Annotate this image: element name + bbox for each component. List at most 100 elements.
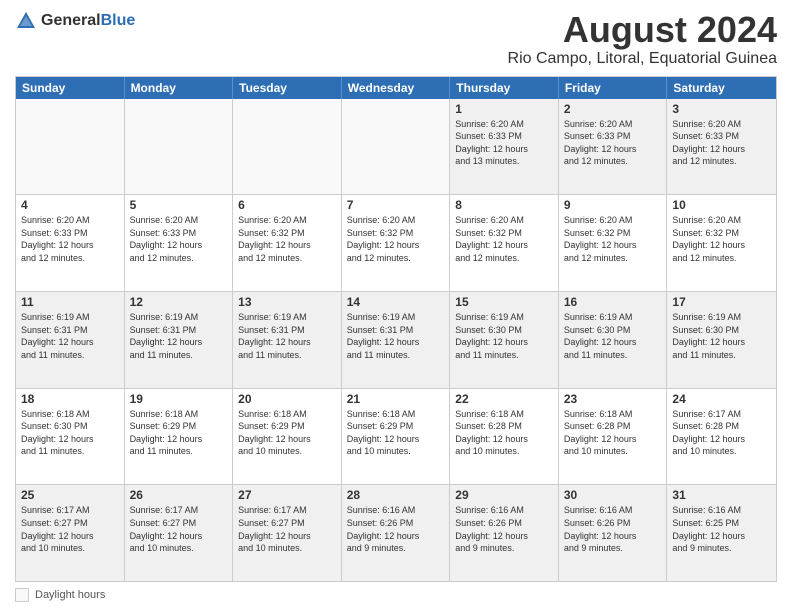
page: GeneralBlue August 2024 Rio Campo, Litor… — [0, 0, 792, 612]
calendar-cell: 19 Sunrise: 6:18 AM Sunset: 6:29 PM Dayli… — [125, 389, 234, 485]
calendar-day-header: Saturday — [667, 77, 776, 99]
calendar-cell: 5 Sunrise: 6:20 AM Sunset: 6:33 PM Daylig… — [125, 195, 234, 291]
calendar-cell: 13 Sunrise: 6:19 AM Sunset: 6:31 PM Dayli… — [233, 292, 342, 388]
cell-info: Sunrise: 6:16 AM Sunset: 6:26 PM Dayligh… — [347, 504, 445, 554]
calendar-week-row: 18 Sunrise: 6:18 AM Sunset: 6:30 PM Dayli… — [16, 388, 776, 485]
day-number: 5 — [130, 198, 228, 212]
calendar-body: 1 Sunrise: 6:20 AM Sunset: 6:33 PM Daylig… — [16, 99, 776, 581]
cell-info: Sunrise: 6:20 AM Sunset: 6:33 PM Dayligh… — [21, 214, 119, 264]
day-number: 4 — [21, 198, 119, 212]
calendar-cell: 16Sunrise: 6:19 AM Sunset: 6:30 PM Dayli… — [559, 292, 668, 388]
calendar-cell: 15Sunrise: 6:19 AM Sunset: 6:30 PM Dayli… — [450, 292, 559, 388]
cell-info: Sunrise: 6:19 AM Sunset: 6:31 PM Dayligh… — [347, 311, 445, 361]
calendar-cell: 29 Sunrise: 6:16 AM Sunset: 6:26 PM Dayli… — [450, 485, 559, 581]
calendar-day-header: Monday — [125, 77, 234, 99]
calendar-week-row: 25 Sunrise: 6:17 AM Sunset: 6:27 PM Dayli… — [16, 484, 776, 581]
logo-blue: Blue — [101, 12, 136, 29]
calendar-cell: 2Sunrise: 6:20 AM Sunset: 6:33 PM Daylig… — [559, 99, 668, 195]
day-number: 21 — [347, 392, 445, 406]
day-number: 3 — [672, 102, 771, 116]
calendar-cell: 7 Sunrise: 6:20 AM Sunset: 6:32 PM Daylig… — [342, 195, 451, 291]
calendar-week-row: 1 Sunrise: 6:20 AM Sunset: 6:33 PM Daylig… — [16, 99, 776, 195]
day-number: 18 — [21, 392, 119, 406]
day-number: 23 — [564, 392, 662, 406]
logo: GeneralBlue — [15, 10, 135, 32]
day-number: 14 — [347, 295, 445, 309]
legend-box — [15, 588, 29, 602]
cell-info: Sunrise: 6:20 AM Sunset: 6:32 PM Dayligh… — [455, 214, 553, 264]
day-number: 29 — [455, 488, 553, 502]
calendar-cell: 4 Sunrise: 6:20 AM Sunset: 6:33 PM Daylig… — [16, 195, 125, 291]
logo-text: GeneralBlue — [41, 12, 135, 30]
calendar-day-header: Friday — [559, 77, 668, 99]
title-section: August 2024 Rio Campo, Litoral, Equatori… — [508, 10, 777, 68]
cell-info: Sunrise: 6:18 AM Sunset: 6:29 PM Dayligh… — [347, 408, 445, 458]
day-number: 27 — [238, 488, 336, 502]
cell-info: Sunrise: 6:18 AM Sunset: 6:30 PM Dayligh… — [21, 408, 119, 458]
cell-info: Sunrise: 6:17 AM Sunset: 6:27 PM Dayligh… — [130, 504, 228, 554]
calendar-cell: 24 Sunrise: 6:17 AM Sunset: 6:28 PM Dayli… — [667, 389, 776, 485]
cell-info: Sunrise: 6:17 AM Sunset: 6:28 PM Dayligh… — [672, 408, 771, 458]
day-number: 9 — [564, 198, 662, 212]
calendar-cell-empty — [16, 99, 125, 195]
cell-info: Sunrise: 6:17 AM Sunset: 6:27 PM Dayligh… — [238, 504, 336, 554]
calendar-cell: 17 Sunrise: 6:19 AM Sunset: 6:30 PM Dayli… — [667, 292, 776, 388]
calendar-cell: 23Sunrise: 6:18 AM Sunset: 6:28 PM Dayli… — [559, 389, 668, 485]
cell-info: Sunrise: 6:19 AM Sunset: 6:31 PM Dayligh… — [238, 311, 336, 361]
footer: Daylight hours — [15, 588, 777, 602]
calendar-cell: 31Sunrise: 6:16 AM Sunset: 6:25 PM Dayli… — [667, 485, 776, 581]
day-number: 7 — [347, 198, 445, 212]
calendar-cell: 26 Sunrise: 6:17 AM Sunset: 6:27 PM Dayli… — [125, 485, 234, 581]
cell-info: Sunrise: 6:16 AM Sunset: 6:25 PM Dayligh… — [672, 504, 771, 554]
calendar-cell: 11 Sunrise: 6:19 AM Sunset: 6:31 PM Dayli… — [16, 292, 125, 388]
calendar-week-row: 4 Sunrise: 6:20 AM Sunset: 6:33 PM Daylig… — [16, 194, 776, 291]
day-number: 26 — [130, 488, 228, 502]
day-number: 25 — [21, 488, 119, 502]
calendar-cell-empty — [342, 99, 451, 195]
logo-general: General — [41, 12, 101, 29]
cell-info: Sunrise: 6:20 AM Sunset: 6:33 PM Dayligh… — [130, 214, 228, 264]
cell-info: Sunrise: 6:20 AM Sunset: 6:33 PM Dayligh… — [455, 118, 553, 168]
cell-info: Sunrise: 6:20 AM Sunset: 6:32 PM Dayligh… — [347, 214, 445, 264]
calendar-cell: 21 Sunrise: 6:18 AM Sunset: 6:29 PM Dayli… — [342, 389, 451, 485]
cell-info: Sunrise: 6:19 AM Sunset: 6:30 PM Dayligh… — [672, 311, 771, 361]
calendar-cell: 22Sunrise: 6:18 AM Sunset: 6:28 PM Dayli… — [450, 389, 559, 485]
calendar-cell: 1 Sunrise: 6:20 AM Sunset: 6:33 PM Daylig… — [450, 99, 559, 195]
cell-info: Sunrise: 6:20 AM Sunset: 6:32 PM Dayligh… — [238, 214, 336, 264]
day-number: 19 — [130, 392, 228, 406]
cell-info: Sunrise: 6:16 AM Sunset: 6:26 PM Dayligh… — [455, 504, 553, 554]
day-number: 11 — [21, 295, 119, 309]
day-number: 16 — [564, 295, 662, 309]
calendar-cell: 3 Sunrise: 6:20 AM Sunset: 6:33 PM Daylig… — [667, 99, 776, 195]
cell-info: Sunrise: 6:20 AM Sunset: 6:33 PM Dayligh… — [564, 118, 662, 168]
cell-info: Sunrise: 6:20 AM Sunset: 6:33 PM Dayligh… — [672, 118, 771, 168]
day-number: 1 — [455, 102, 553, 116]
calendar-cell: 20Sunrise: 6:18 AM Sunset: 6:29 PM Dayli… — [233, 389, 342, 485]
cell-info: Sunrise: 6:18 AM Sunset: 6:28 PM Dayligh… — [455, 408, 553, 458]
day-number: 6 — [238, 198, 336, 212]
main-title: August 2024 — [508, 10, 777, 50]
cell-info: Sunrise: 6:18 AM Sunset: 6:29 PM Dayligh… — [130, 408, 228, 458]
calendar-cell: 12Sunrise: 6:19 AM Sunset: 6:31 PM Dayli… — [125, 292, 234, 388]
calendar: SundayMondayTuesdayWednesdayThursdayFrid… — [15, 76, 777, 582]
day-number: 13 — [238, 295, 336, 309]
calendar-cell-empty — [233, 99, 342, 195]
day-number: 17 — [672, 295, 771, 309]
calendar-day-header: Thursday — [450, 77, 559, 99]
day-number: 12 — [130, 295, 228, 309]
day-number: 10 — [672, 198, 771, 212]
calendar-cell: 10 Sunrise: 6:20 AM Sunset: 6:32 PM Dayli… — [667, 195, 776, 291]
cell-info: Sunrise: 6:20 AM Sunset: 6:32 PM Dayligh… — [672, 214, 771, 264]
day-number: 28 — [347, 488, 445, 502]
calendar-cell: 18 Sunrise: 6:18 AM Sunset: 6:30 PM Dayli… — [16, 389, 125, 485]
calendar-cell: 9Sunrise: 6:20 AM Sunset: 6:32 PM Daylig… — [559, 195, 668, 291]
cell-info: Sunrise: 6:19 AM Sunset: 6:31 PM Dayligh… — [21, 311, 119, 361]
day-number: 20 — [238, 392, 336, 406]
sub-title: Rio Campo, Litoral, Equatorial Guinea — [508, 50, 777, 68]
calendar-day-header: Sunday — [16, 77, 125, 99]
calendar-cell-empty — [125, 99, 234, 195]
day-number: 24 — [672, 392, 771, 406]
calendar-cell: 28 Sunrise: 6:16 AM Sunset: 6:26 PM Dayli… — [342, 485, 451, 581]
calendar-day-header: Wednesday — [342, 77, 451, 99]
calendar-week-row: 11 Sunrise: 6:19 AM Sunset: 6:31 PM Dayli… — [16, 291, 776, 388]
